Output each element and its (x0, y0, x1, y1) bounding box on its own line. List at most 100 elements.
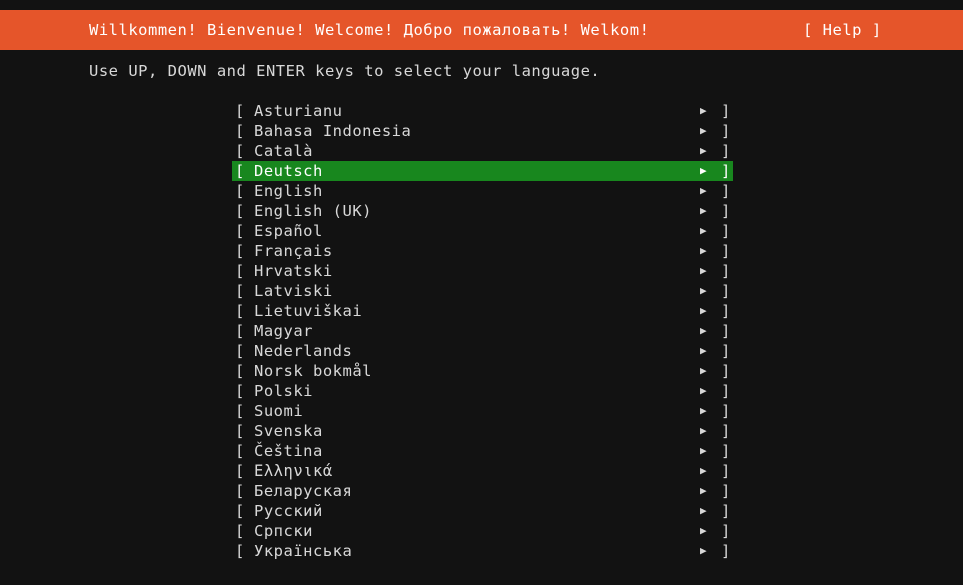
bracket-left: [ (235, 162, 245, 180)
bracket-left: [ (235, 402, 245, 420)
language-option[interactable]: [Suomi ▶] (232, 401, 733, 421)
language-option-label: Latviski (254, 282, 333, 300)
language-option-label: Čeština (254, 442, 323, 460)
chevron-right-icon: ▶ (700, 184, 707, 197)
bracket-left: [ (235, 222, 245, 240)
bracket-right: ] (721, 362, 731, 380)
language-option-label: Bahasa Indonesia (254, 122, 412, 140)
chevron-right-icon: ▶ (700, 284, 707, 297)
language-option-label: Deutsch (254, 162, 323, 180)
language-option-label: Српски (254, 522, 313, 540)
language-option[interactable]: [ Français ▶] (232, 241, 733, 261)
chevron-right-icon: ▶ (700, 444, 707, 457)
bracket-right: ] (721, 542, 731, 560)
language-option-label: Français (254, 242, 333, 260)
language-option[interactable]: [Norsk bokmål ▶] (232, 361, 733, 381)
chevron-right-icon: ▶ (700, 124, 707, 137)
bracket-right: ] (721, 302, 731, 320)
chevron-right-icon: ▶ (700, 304, 707, 317)
chevron-right-icon: ▶ (700, 264, 707, 277)
bracket-right: ] (721, 522, 731, 540)
language-option-label: Lietuviškai (254, 302, 363, 320)
chevron-right-icon: ▶ (700, 344, 707, 357)
language-option-label: English (UK) (254, 202, 372, 220)
chevron-right-icon: ▶ (700, 404, 707, 417)
language-option[interactable]: [Ελληνικά ▶] (232, 461, 733, 481)
bracket-left: [ (235, 202, 245, 220)
bracket-left: [ (235, 302, 245, 320)
bracket-left: [ (235, 242, 245, 260)
language-option[interactable]: [ Српски ▶] (232, 521, 733, 541)
chevron-right-icon: ▶ (700, 324, 707, 337)
language-option[interactable]: [ Svenska ▶] (232, 421, 733, 441)
bracket-right: ] (721, 502, 731, 520)
language-option[interactable]: [Čeština ▶] (232, 441, 733, 461)
chevron-right-icon: ▶ (700, 244, 707, 257)
language-option-label: Ελληνικά (254, 462, 333, 480)
language-option[interactable]: [Nederlands ▶] (232, 341, 733, 361)
bracket-left: [ (235, 262, 245, 280)
chevron-right-icon: ▶ (700, 484, 707, 497)
language-option[interactable]: [Español ▶] (232, 221, 733, 241)
bracket-right: ] (721, 282, 731, 300)
language-option-label: Беларуская (254, 482, 353, 500)
bracket-left: [ (235, 522, 245, 540)
bracket-left: [ (235, 102, 245, 120)
bracket-right: ] (721, 342, 731, 360)
chevron-right-icon: ▶ (700, 224, 707, 237)
bracket-left: [ (235, 322, 245, 340)
bracket-right: ] (721, 482, 731, 500)
language-option[interactable]: [Deutsch ▶] (232, 161, 733, 181)
chevron-right-icon: ▶ (700, 524, 707, 537)
bracket-left: [ (235, 182, 245, 200)
language-option-label: English (254, 182, 323, 200)
language-option[interactable]: [Català ▶] (232, 141, 733, 161)
chevron-right-icon: ▶ (700, 464, 707, 477)
bracket-left: [ (235, 462, 245, 480)
bracket-left: [ (235, 502, 245, 520)
language-option[interactable]: [ English (UK) ▶] (232, 201, 733, 221)
bracket-left: [ (235, 342, 245, 360)
chevron-right-icon: ▶ (700, 504, 707, 517)
language-option-label: Asturianu (254, 102, 343, 120)
bracket-left: [ (235, 422, 245, 440)
language-option[interactable]: [Українська ▶] (232, 541, 733, 561)
language-option-label: Svenska (254, 422, 323, 440)
bracket-left: [ (235, 362, 245, 380)
bracket-right: ] (721, 242, 731, 260)
language-option[interactable]: [English ▶] (232, 181, 733, 201)
header-bar: Willkommen! Bienvenue! Welcome! Добро по… (0, 10, 963, 50)
chevron-right-icon: ▶ (700, 164, 707, 177)
chevron-right-icon: ▶ (700, 104, 707, 117)
language-option[interactable]: [ Latviski ▶] (232, 281, 733, 301)
chevron-right-icon: ▶ (700, 204, 707, 217)
chevron-right-icon: ▶ (700, 424, 707, 437)
language-option-label: Українська (254, 542, 353, 560)
bracket-right: ] (721, 142, 731, 160)
bracket-right: ] (721, 422, 731, 440)
language-option-label: Hrvatski (254, 262, 333, 280)
bracket-left: [ (235, 282, 245, 300)
chevron-right-icon: ▶ (700, 544, 707, 557)
language-option-label: Русский (254, 502, 323, 520)
language-option-label: Polski (254, 382, 313, 400)
language-option[interactable]: [Polski ▶] (232, 381, 733, 401)
bracket-left: [ (235, 482, 245, 500)
language-option[interactable]: [ Lietuviškai ▶] (232, 301, 733, 321)
bracket-left: [ (235, 122, 245, 140)
bracket-right: ] (721, 202, 731, 220)
bracket-left: [ (235, 382, 245, 400)
language-option[interactable]: [Asturianu ▶] (232, 101, 733, 121)
language-option[interactable]: [ Русский ▶] (232, 501, 733, 521)
language-option-label: Català (254, 142, 313, 160)
language-option[interactable]: [Hrvatski ▶] (232, 261, 733, 281)
bracket-right: ] (721, 382, 731, 400)
language-option-label: Español (254, 222, 323, 240)
language-option[interactable]: [Bahasa Indonesia ▶] (232, 121, 733, 141)
language-option[interactable]: [Magyar ▶] (232, 321, 733, 341)
language-option[interactable]: [ Беларуская ▶] (232, 481, 733, 501)
help-button[interactable]: [ Help ] (803, 21, 882, 39)
instruction-text: Use UP, DOWN and ENTER keys to select yo… (89, 62, 601, 80)
bracket-left: [ (235, 142, 245, 160)
bracket-right: ] (721, 322, 731, 340)
